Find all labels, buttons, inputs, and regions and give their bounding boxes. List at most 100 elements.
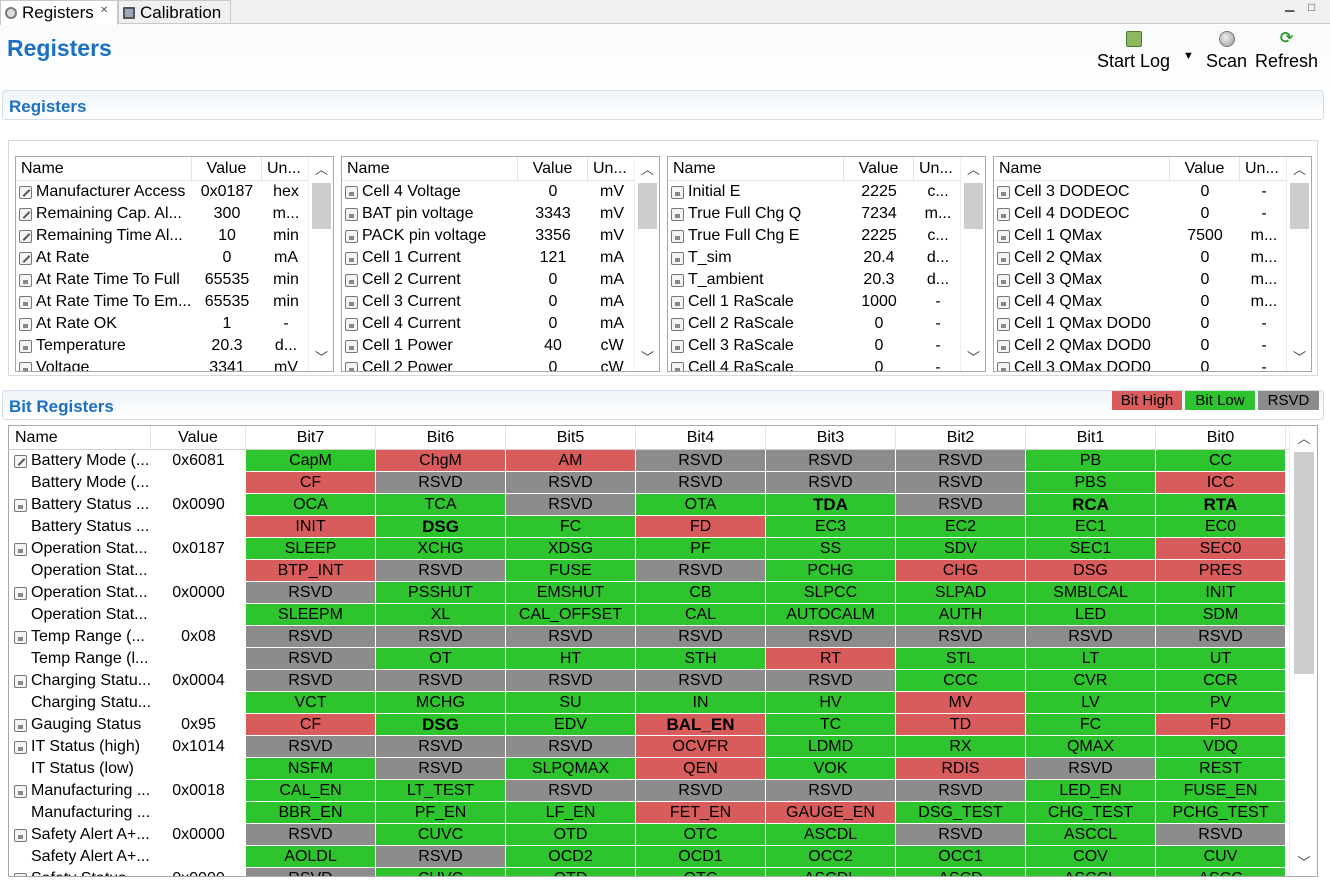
table-row[interactable]: Manufacturer Access 0x0187 hex <box>16 181 333 203</box>
bit-cell-bit5[interactable]: AM <box>506 450 636 472</box>
scan-button[interactable]: Scan <box>1206 31 1247 72</box>
bit-cell-bit7[interactable]: RSVD <box>246 736 376 758</box>
bit-cell-bit0[interactable]: UT <box>1156 648 1286 670</box>
table-row[interactable]: True Full Chg Q 7234 m... <box>668 203 985 225</box>
bit-cell-bit0[interactable]: PRES <box>1156 560 1286 582</box>
table-row[interactable]: True Full Chg E 2225 c... <box>668 225 985 247</box>
table-row[interactable]: Cell 2 QMax 0 m... <box>994 247 1311 269</box>
table-row[interactable]: Safety Alert A+... 0x0000 RSVD CUVC OTD OTC AS… <box>9 824 1289 846</box>
column-header-name[interactable]: Name <box>994 157 1170 181</box>
table-row[interactable]: Charging Statu... VCT MCHG SU IN HV MV LV PV <box>9 692 1289 714</box>
scroll-up-icon[interactable]: ︿ <box>961 159 985 181</box>
bit-cell-bit4[interactable]: FET_EN <box>636 802 766 824</box>
column-header-unit[interactable]: Un... <box>914 157 962 181</box>
table-row[interactable]: Voltage 3341 mV <box>16 357 333 371</box>
bit-cell-bit1[interactable]: ASCCL <box>1026 868 1156 876</box>
bit-cell-bit2[interactable]: RDIS <box>896 758 1026 780</box>
table-row[interactable]: Cell 2 RaScale 0 - <box>668 313 985 335</box>
bit-cell-bit7[interactable]: NSFM <box>246 758 376 780</box>
bit-cell-bit5[interactable]: HT <box>506 648 636 670</box>
start-log-dropdown-arrow[interactable]: ▼ <box>1183 50 1194 62</box>
column-header-unit[interactable]: Un... <box>588 157 636 181</box>
bit-cell-bit3[interactable]: RSVD <box>766 780 896 802</box>
bit-cell-bit0[interactable]: RSVD <box>1156 824 1286 846</box>
bit-cell-bit2[interactable]: RSVD <box>896 472 1026 494</box>
bit-cell-bit3[interactable]: PCHG <box>766 560 896 582</box>
bit-cell-bit0[interactable]: FD <box>1156 714 1286 736</box>
register-table-scrollbar[interactable]: ︿ ﹀ <box>1286 157 1311 371</box>
bit-cell-bit7[interactable]: CAL_EN <box>246 780 376 802</box>
bit-cell-bit7[interactable]: RSVD <box>246 648 376 670</box>
bit-cell-bit2[interactable]: OCC1 <box>896 846 1026 868</box>
bit-cell-bit3[interactable]: GAUGE_EN <box>766 802 896 824</box>
column-header-name[interactable]: Name <box>9 426 151 450</box>
bit-cell-bit1[interactable]: RSVD <box>1026 758 1156 780</box>
bit-cell-bit3[interactable]: ASCDL <box>766 824 896 846</box>
bit-cell-bit0[interactable]: INIT <box>1156 582 1286 604</box>
bit-cell-bit0[interactable]: ASCC <box>1156 868 1286 876</box>
bit-cell-bit7[interactable]: VCT <box>246 692 376 714</box>
bit-cell-bit3[interactable]: HV <box>766 692 896 714</box>
bit-cell-bit3[interactable]: EC3 <box>766 516 896 538</box>
bit-cell-bit4[interactable]: BAL_EN <box>636 714 766 736</box>
bit-cell-bit7[interactable]: RSVD <box>246 582 376 604</box>
table-row[interactable]: Gauging Status 0x95 CF DSG EDV BAL_EN TC TD FC FD <box>9 714 1289 736</box>
table-row[interactable]: PACK pin voltage 3356 mV <box>342 225 659 247</box>
scroll-up-icon[interactable]: ︿ <box>1287 159 1311 181</box>
bit-cell-bit0[interactable]: CC <box>1156 450 1286 472</box>
table-row[interactable]: Cell 2 QMax DOD0 0 - <box>994 335 1311 357</box>
bit-cell-bit1[interactable]: SEC1 <box>1026 538 1156 560</box>
bit-cell-bit6[interactable]: CUVC <box>376 868 506 876</box>
bit-cell-bit6[interactable]: LT_TEST <box>376 780 506 802</box>
bit-cell-bit4[interactable]: IN <box>636 692 766 714</box>
column-header-value[interactable]: Value <box>1170 157 1240 181</box>
table-row[interactable]: Cell 4 Current 0 mA <box>342 313 659 335</box>
bit-cell-bit5[interactable]: EDV <box>506 714 636 736</box>
bit-cell-bit2[interactable]: SDV <box>896 538 1026 560</box>
bit-cell-bit5[interactable]: FC <box>506 516 636 538</box>
bit-cell-bit5[interactable]: RSVD <box>506 780 636 802</box>
bit-cell-bit6[interactable]: XCHG <box>376 538 506 560</box>
bit-cell-bit2[interactable]: ASCD <box>896 868 1026 876</box>
tab-registers[interactable]: Registers ✕ <box>0 0 118 25</box>
bit-cell-bit2[interactable]: MV <box>896 692 1026 714</box>
bit-cell-bit7[interactable]: RSVD <box>246 626 376 648</box>
bit-cell-bit5[interactable]: RSVD <box>506 626 636 648</box>
bit-cell-bit1[interactable]: PBS <box>1026 472 1156 494</box>
table-row[interactable]: Cell 3 QMax DOD0 0 - <box>994 357 1311 371</box>
bit-cell-bit0[interactable]: FUSE_EN <box>1156 780 1286 802</box>
scroll-down-icon[interactable]: ﹀ <box>1290 852 1317 874</box>
bit-cell-bit6[interactable]: RSVD <box>376 736 506 758</box>
table-row[interactable]: Cell 2 Current 0 mA <box>342 269 659 291</box>
bit-cell-bit2[interactable]: STL <box>896 648 1026 670</box>
bit-cell-bit5[interactable]: OTD <box>506 824 636 846</box>
bit-cell-bit6[interactable]: CUVC <box>376 824 506 846</box>
bit-cell-bit2[interactable]: RSVD <box>896 780 1026 802</box>
table-row[interactable]: Safety Status ...0x0000RSVDCUVCOTDOTCASC… <box>9 868 1289 876</box>
bit-cell-bit0[interactable]: PCHG_TEST <box>1156 802 1286 824</box>
bit-cell-bit3[interactable]: LDMD <box>766 736 896 758</box>
table-row[interactable]: Safety Alert A+... AOLDL RSVD OCD2 OCD1 OCC2 O… <box>9 846 1289 868</box>
bit-cell-bit1[interactable]: DSG <box>1026 560 1156 582</box>
bit-cell-bit2[interactable]: EC2 <box>896 516 1026 538</box>
bit-cell-bit6[interactable]: DSG <box>376 714 506 736</box>
table-row[interactable]: IT Status (high) 0x1014 RSVD RSVD RSVD OCVFR L… <box>9 736 1289 758</box>
bit-cell-bit7[interactable]: RSVD <box>246 824 376 846</box>
bit-cell-bit6[interactable]: XL <box>376 604 506 626</box>
bit-cell-bit5[interactable]: EMSHUT <box>506 582 636 604</box>
bit-cell-bit6[interactable]: MCHG <box>376 692 506 714</box>
bit-cell-bit1[interactable]: SMBLCAL <box>1026 582 1156 604</box>
table-row[interactable]: Manufacturing ... BBR_EN PF_EN LF_EN FET_EN G… <box>9 802 1289 824</box>
table-row[interactable]: Cell 4 QMax 0 m... <box>994 291 1311 313</box>
bit-cell-bit7[interactable]: INIT <box>246 516 376 538</box>
bit-cell-bit2[interactable]: AUTH <box>896 604 1026 626</box>
table-row[interactable]: Cell 4 Voltage 0 mV <box>342 181 659 203</box>
bit-cell-bit5[interactable]: RSVD <box>506 472 636 494</box>
bit-cell-bit7[interactable]: RSVD <box>246 868 376 876</box>
bit-cell-bit1[interactable]: EC1 <box>1026 516 1156 538</box>
bit-cell-bit1[interactable]: CVR <box>1026 670 1156 692</box>
scrollbar-thumb[interactable] <box>1290 183 1309 229</box>
table-row[interactable]: Remaining Cap. Al... 300 m... <box>16 203 333 225</box>
bit-cell-bit3[interactable]: SLPCC <box>766 582 896 604</box>
table-row[interactable]: Cell 4 DODEOC 0 - <box>994 203 1311 225</box>
